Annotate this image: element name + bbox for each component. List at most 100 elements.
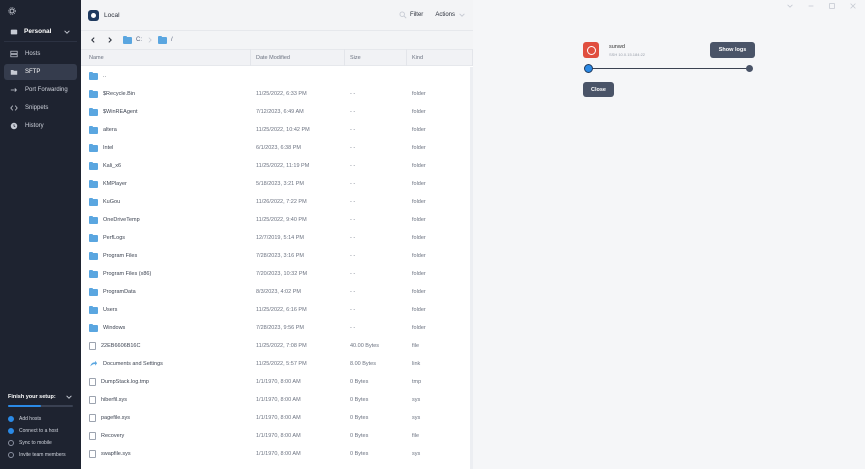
file-name: PerfLogs	[103, 235, 126, 241]
forward-arrow-icon[interactable]	[106, 36, 114, 44]
sidebar-item-label: SFTP	[25, 69, 41, 75]
check-done-icon	[8, 416, 14, 422]
sidebar-item-snippets[interactable]: Snippets	[4, 100, 77, 116]
size-cell: - -	[350, 181, 356, 187]
table-row[interactable]: DumpStack.log.tmp 1/1/1970, 8:00 AM 0 Byte…	[81, 373, 473, 391]
table-row[interactable]: OneDriveTemp 11/25/2022, 9:40 PM - - folder	[81, 211, 473, 229]
minimize-icon[interactable]	[807, 2, 815, 10]
table-row[interactable]: $Recycle.Bin 11/25/2022, 6:33 PM - - folder	[81, 85, 473, 103]
folder-icon	[89, 89, 98, 98]
file-name-cell: altera	[81, 125, 251, 134]
sidebar-item-sftp[interactable]: SFTP	[4, 64, 77, 80]
table-row[interactable]: Program Files (x86) 7/20/2023, 10:32 PM - …	[81, 265, 473, 283]
show-logs-button[interactable]: Show logs	[710, 42, 755, 58]
setup-step-label: Sync to mobile	[19, 440, 52, 446]
file-name-cell: Documents and Settings	[81, 360, 251, 368]
size-cell: 8.00 Bytes	[350, 361, 376, 367]
chevron-right-icon	[146, 36, 154, 44]
size-cell: 0 Bytes	[350, 433, 369, 439]
folder-icon	[89, 251, 98, 260]
table-row[interactable]: ProgramData 8/3/2023, 4:02 PM - - folder	[81, 283, 473, 301]
table-row[interactable]: swapfile.sys 1/1/1970, 8:00 AM 0 Bytes sys	[81, 445, 473, 463]
sidebar-item-hosts[interactable]: Hosts	[4, 46, 77, 62]
column-date-modified[interactable]: Date Modified	[251, 49, 345, 66]
folder-icon	[89, 179, 98, 188]
pane-title: Local	[104, 11, 120, 19]
breadcrumb-drive[interactable]: C:	[136, 37, 142, 43]
size-cell: - -	[350, 91, 356, 97]
table-row[interactable]: pagefile.sys 1/1/1970, 8:00 AM 0 Bytes sys	[81, 409, 473, 427]
date-modified-cell: 8/3/2023, 4:02 PM	[256, 289, 301, 295]
folder-icon	[89, 215, 98, 224]
file-table-header: Name Date Modified Size Kind	[81, 49, 473, 66]
date-modified-cell: 11/25/2022, 9:40 PM	[256, 217, 307, 223]
sidebar-item-label: Hosts	[25, 51, 41, 57]
table-row[interactable]: Recovery 1/1/1970, 8:00 AM 0 Bytes file	[81, 427, 473, 445]
file-name: Users	[103, 307, 118, 313]
kind-cell: folder	[412, 109, 426, 115]
size-cell: 40.00 Bytes	[350, 343, 380, 349]
file-name-cell: Windows	[81, 323, 251, 332]
table-row[interactable]: KMPlayer 5/18/2023, 3:21 PM - - folder	[81, 175, 473, 193]
table-row[interactable]: hiberfil.sys 1/1/1970, 8:00 AM 0 Bytes sys	[81, 391, 473, 409]
size-cell: - -	[350, 217, 356, 223]
column-kind[interactable]: Kind	[407, 49, 473, 66]
chevron-down-icon	[63, 28, 71, 36]
local-machine-icon	[88, 9, 99, 21]
filter-button[interactable]: Filter	[399, 11, 423, 19]
close-button[interactable]: Close	[583, 82, 614, 97]
file-name: OneDriveTemp	[103, 217, 140, 223]
date-modified-cell: 7/28/2023, 3:16 PM	[256, 253, 305, 259]
file-name-cell: $Recycle.Bin	[81, 89, 251, 98]
setup-step-invite-team[interactable]: Invite team members	[8, 449, 73, 461]
setup-step-sync-mobile[interactable]: Sync to mobile	[8, 437, 73, 449]
folder-icon	[89, 197, 98, 206]
kind-cell: folder	[412, 325, 426, 331]
kind-cell: sys	[412, 415, 421, 421]
table-row[interactable]: Program Files 7/28/2023, 3:16 PM - - folder	[81, 247, 473, 265]
setup-step-connect[interactable]: Connect to a host	[8, 425, 73, 437]
table-row[interactable]: ..	[81, 67, 473, 85]
kind-cell: folder	[412, 91, 426, 97]
date-modified-cell: 1/1/1970, 8:00 AM	[256, 397, 301, 403]
kind-cell: folder	[412, 253, 426, 259]
vault-selector[interactable]: Personal	[4, 22, 77, 42]
kind-cell: folder	[412, 127, 426, 133]
table-row[interactable]: Intel 6/1/2023, 6:38 PM - - folder	[81, 139, 473, 157]
setup-header[interactable]: Finish your setup:	[8, 393, 73, 401]
file-name: 22EB6606B16C	[101, 343, 141, 349]
column-name[interactable]: Name	[81, 49, 251, 66]
table-row[interactable]: KuGou 11/26/2022, 7:22 PM - - folder	[81, 193, 473, 211]
kind-cell: folder	[412, 145, 426, 151]
actions-menu[interactable]: Actions	[435, 11, 466, 19]
table-row[interactable]: Users 11/25/2022, 6:16 PM - - folder	[81, 301, 473, 319]
table-row[interactable]: Documents and Settings 11/25/2022, 5:57 P…	[81, 355, 473, 373]
setup-progress-fill	[8, 405, 41, 407]
file-icon	[89, 432, 96, 440]
file-name: Windows	[103, 325, 126, 331]
table-row[interactable]: PerfLogs 12/7/2019, 5:14 PM - - folder	[81, 229, 473, 247]
check-done-icon	[8, 428, 14, 434]
file-name-cell: Intel	[81, 143, 251, 152]
back-arrow-icon[interactable]	[89, 36, 97, 44]
table-row[interactable]: $WinREAgent 7/12/2023, 6:49 AM - - folder	[81, 103, 473, 121]
size-cell: - -	[350, 253, 356, 259]
kind-cell: folder	[412, 271, 426, 277]
connection-panel: sunwd SSH 10.0.15.184:22 Show logs Close	[473, 0, 865, 469]
history-icon	[10, 122, 18, 130]
table-row[interactable]: 22EB6606B16C 11/25/2022, 7:08 PM 40.00 Byt…	[81, 337, 473, 355]
sidebar-item-history[interactable]: History	[4, 118, 77, 134]
chevron-down-icon[interactable]	[786, 2, 794, 10]
settings-gear-icon[interactable]	[8, 7, 16, 15]
maximize-icon[interactable]	[828, 2, 836, 10]
setup-step-add-hosts[interactable]: Add hosts	[8, 413, 73, 425]
table-row[interactable]: Windows 7/28/2023, 9:56 PM - - folder	[81, 319, 473, 337]
table-row[interactable]: altera 11/25/2022, 10:42 PM - - folder	[81, 121, 473, 139]
table-row[interactable]: Kali_x6 11/25/2022, 11:19 PM - - folder	[81, 157, 473, 175]
column-size[interactable]: Size	[345, 49, 407, 66]
close-icon[interactable]	[849, 2, 857, 10]
setup-checklist: Finish your setup: Add hosts Connect to …	[0, 387, 81, 469]
size-cell: 0 Bytes	[350, 379, 369, 385]
sidebar-item-port-forwarding[interactable]: Port Forwarding	[4, 82, 77, 98]
breadcrumb-root[interactable]: /	[171, 37, 173, 43]
